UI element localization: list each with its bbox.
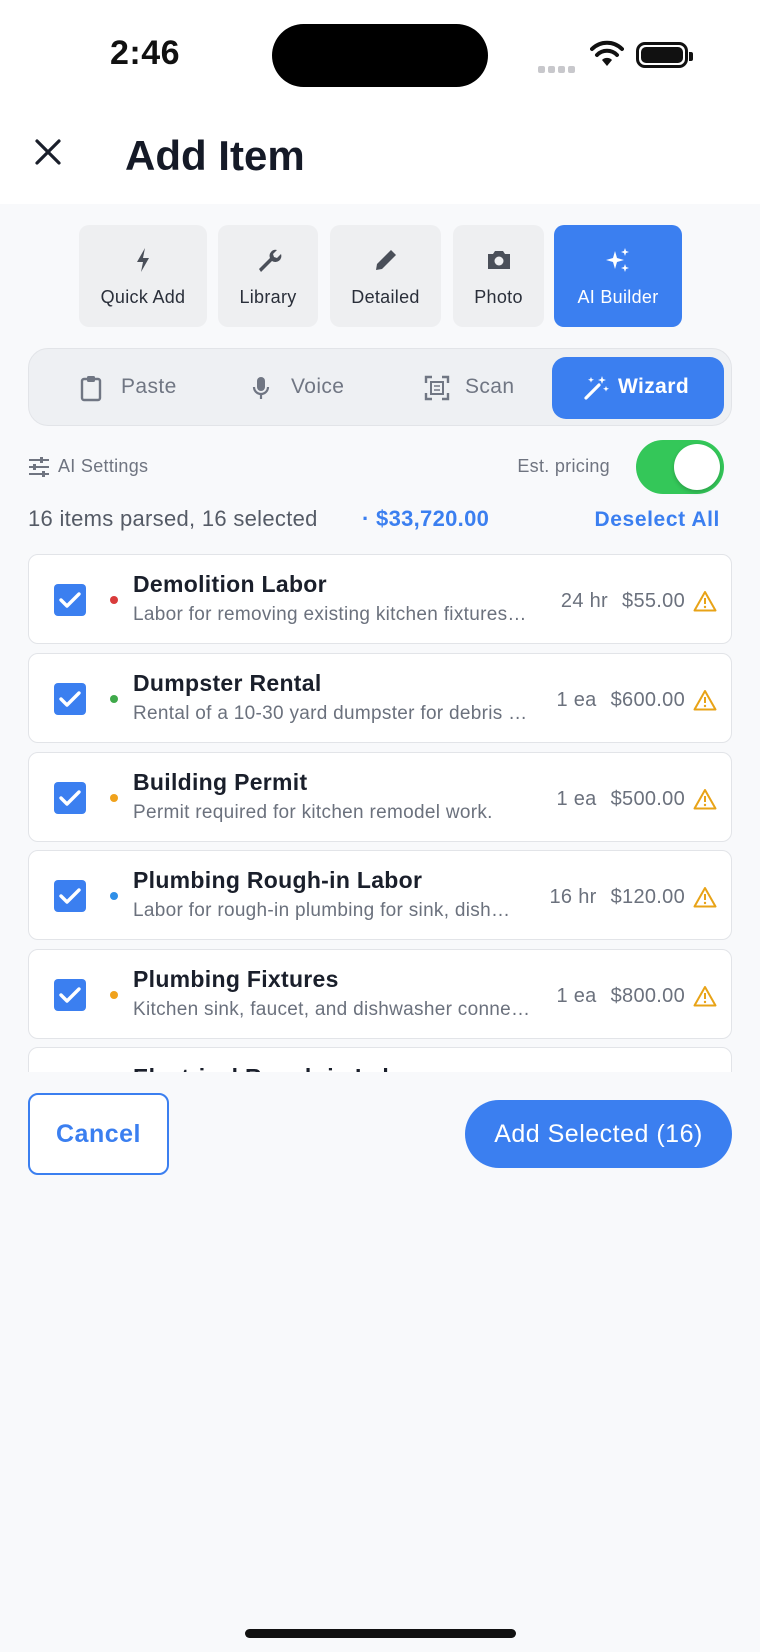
clipboard-icon bbox=[80, 376, 102, 402]
category-dot bbox=[110, 892, 118, 900]
est-pricing-label: Est. pricing bbox=[517, 456, 610, 476]
list-item[interactable]: Dumpster Rental Rental of a 10-30 yard d… bbox=[28, 653, 732, 743]
magic-wand-icon bbox=[584, 376, 609, 400]
tab-label: Wizard bbox=[618, 375, 690, 398]
mode-quick-add-button[interactable]: Quick Add bbox=[79, 225, 207, 327]
cellular-signal-icon bbox=[538, 60, 578, 73]
add-selected-button[interactable]: Add Selected (16) bbox=[465, 1100, 732, 1168]
item-pricing: 16 hr $120.00 bbox=[550, 884, 718, 910]
item-description: Permit required for kitchen remodel work… bbox=[133, 802, 493, 823]
mode-label: AI Builder bbox=[577, 287, 659, 307]
tab-wizard[interactable]: Wizard bbox=[552, 357, 724, 419]
warning-icon bbox=[693, 591, 717, 612]
toggle-knob bbox=[674, 444, 720, 490]
checkbox-checked-icon[interactable] bbox=[54, 979, 86, 1011]
item-price: $800.00 bbox=[610, 984, 685, 1007]
page-title: Add Item bbox=[125, 132, 305, 179]
item-name: Electrical Rough-in Labor bbox=[133, 1064, 420, 1072]
item-quantity: 1 ea bbox=[556, 688, 597, 711]
mode-label: Quick Add bbox=[100, 287, 186, 307]
item-quantity: 1 ea bbox=[556, 984, 597, 1007]
item-name: Building Permit bbox=[133, 769, 308, 795]
camera-icon bbox=[487, 251, 510, 269]
est-pricing-toggle[interactable] bbox=[636, 440, 724, 494]
wifi-icon bbox=[590, 40, 624, 66]
dynamic-island bbox=[272, 24, 488, 87]
selected-total: · $33,720.00 bbox=[362, 506, 490, 531]
header: Add Item bbox=[0, 110, 760, 204]
home-indicator bbox=[245, 1629, 516, 1638]
status-time: 2:46 bbox=[110, 34, 181, 72]
tab-paste[interactable]: Paste bbox=[41, 357, 211, 419]
item-description: Rental of a 10-30 yard dumpster for debr… bbox=[133, 703, 531, 724]
mode-label: Library bbox=[239, 287, 297, 307]
tab-label: Paste bbox=[121, 375, 177, 398]
mode-label: Detailed bbox=[351, 287, 420, 307]
item-pricing: 1 ea $800.00 bbox=[556, 983, 717, 1009]
list-item[interactable]: Building Permit Permit required for kitc… bbox=[28, 752, 732, 842]
tab-voice[interactable]: Voice bbox=[219, 357, 389, 419]
checkbox-checked-icon[interactable] bbox=[54, 782, 86, 814]
category-dot bbox=[110, 695, 118, 703]
battery-icon bbox=[636, 42, 693, 68]
warning-icon bbox=[693, 789, 717, 810]
settings-row: AI Settings Est. pricing bbox=[28, 440, 732, 496]
warning-icon bbox=[693, 887, 717, 908]
item-name: Demolition Labor bbox=[133, 571, 327, 597]
list-item[interactable]: Plumbing Fixtures Kitchen sink, faucet, … bbox=[28, 949, 732, 1039]
warning-icon bbox=[693, 690, 717, 711]
list-item[interactable]: Electrical Rough-in Labor bbox=[28, 1047, 732, 1072]
mode-detailed-button[interactable]: Detailed bbox=[330, 225, 441, 327]
item-price: $55.00 bbox=[622, 589, 685, 612]
microphone-icon bbox=[252, 377, 270, 399]
category-dot bbox=[110, 991, 118, 999]
mode-photo-button[interactable]: Photo bbox=[453, 225, 544, 327]
item-price: $600.00 bbox=[610, 688, 685, 711]
sliders-icon bbox=[29, 457, 49, 477]
pencil-icon bbox=[375, 250, 396, 270]
mode-label: Photo bbox=[474, 287, 523, 307]
checkbox-checked-icon[interactable] bbox=[54, 584, 86, 616]
item-price: $500.00 bbox=[610, 787, 685, 810]
item-quantity: 1 ea bbox=[556, 787, 597, 810]
status-bar: 2:46 bbox=[0, 0, 760, 110]
list-item[interactable]: Plumbing Rough-in Labor Labor for rough-… bbox=[28, 850, 732, 940]
item-pricing: 24 hr $55.00 bbox=[561, 588, 717, 614]
tab-label: Scan bbox=[465, 375, 515, 398]
close-icon[interactable] bbox=[28, 132, 68, 172]
item-name: Plumbing Fixtures bbox=[133, 966, 339, 992]
item-description: Labor for removing existing kitchen fixt… bbox=[133, 604, 531, 625]
item-description: Labor for rough-in plumbing for sink, di… bbox=[133, 900, 519, 921]
item-quantity: 16 hr bbox=[549, 885, 597, 908]
checkbox-checked-icon[interactable] bbox=[54, 683, 86, 715]
bolt-icon bbox=[137, 248, 149, 272]
category-dot bbox=[110, 596, 118, 604]
parsed-summary: 16 items parsed, 16 selected bbox=[28, 506, 318, 531]
item-name: Plumbing Rough-in Labor bbox=[133, 867, 423, 893]
tab-scan[interactable]: Scan bbox=[395, 357, 545, 419]
item-name: Dumpster Rental bbox=[133, 670, 322, 696]
mode-ai-builder-button[interactable]: AI Builder bbox=[554, 225, 682, 327]
item-quantity: 24 hr bbox=[560, 589, 609, 612]
deselect-all-button[interactable]: Deselect All bbox=[595, 508, 720, 532]
wrench-icon bbox=[259, 249, 282, 272]
item-description: Kitchen sink, faucet, and dishwasher con… bbox=[133, 999, 531, 1020]
checkbox-checked-icon[interactable] bbox=[54, 880, 86, 912]
cancel-button[interactable]: Cancel bbox=[28, 1093, 169, 1175]
parsed-items-list[interactable]: Demolition Labor Labor for removing exis… bbox=[0, 552, 760, 1072]
item-pricing: 1 ea $500.00 bbox=[556, 786, 717, 812]
mode-selector: Quick Add Library Detailed Photo AI Buil… bbox=[0, 225, 760, 327]
warning-icon bbox=[693, 986, 717, 1007]
category-dot bbox=[110, 794, 118, 802]
sparkles-icon bbox=[606, 248, 629, 272]
list-item[interactable]: Demolition Labor Labor for removing exis… bbox=[28, 554, 732, 644]
summary-row: 16 items parsed, 16 selected · $33,720.0… bbox=[28, 500, 732, 540]
item-price: $120.00 bbox=[610, 885, 685, 908]
input-method-tabs: Paste Voice Scan Wizard bbox=[28, 348, 732, 426]
tab-label: Voice bbox=[291, 375, 345, 398]
item-pricing: 1 ea $600.00 bbox=[556, 687, 717, 713]
mode-library-button[interactable]: Library bbox=[218, 225, 318, 327]
ai-settings-label: AI Settings bbox=[58, 456, 149, 476]
scan-icon bbox=[424, 375, 450, 401]
